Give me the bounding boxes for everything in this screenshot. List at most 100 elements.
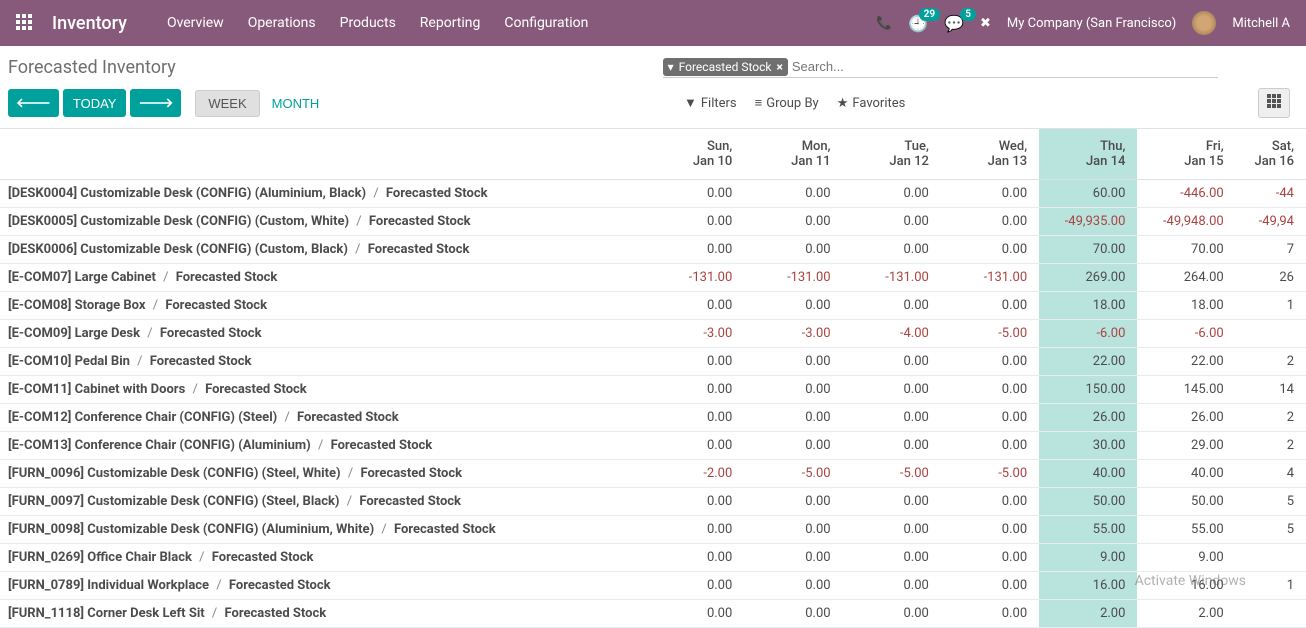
cell-value[interactable]: -5.00 xyxy=(744,460,842,488)
cell-value[interactable]: 2 xyxy=(1236,348,1306,376)
cell-value[interactable]: 2 xyxy=(1236,432,1306,460)
avatar[interactable] xyxy=(1192,11,1216,35)
cell-value[interactable]: 0.00 xyxy=(646,236,744,264)
cell-value[interactable]: 0.00 xyxy=(941,348,1039,376)
cell-value[interactable]: 40.00 xyxy=(1137,460,1235,488)
cell-value[interactable]: 0.00 xyxy=(941,376,1039,404)
table-row[interactable]: [E-COM12] Conference Chair (CONFIG) (Ste… xyxy=(0,404,1306,432)
cell-value[interactable]: 269.00 xyxy=(1039,264,1137,292)
cell-value[interactable]: 70.00 xyxy=(1039,236,1137,264)
cell-value[interactable]: 0.00 xyxy=(744,600,842,628)
cell-value[interactable]: 0.00 xyxy=(646,376,744,404)
cell-value[interactable]: 50.00 xyxy=(1039,488,1137,516)
cell-value[interactable]: 26.00 xyxy=(1039,404,1137,432)
table-row[interactable]: [E-COM09] Large Desk / Forecasted Stock-… xyxy=(0,320,1306,348)
groupby-button[interactable]: ≡Group By xyxy=(755,95,819,111)
cell-value[interactable]: 2.00 xyxy=(1039,600,1137,628)
cell-value[interactable]: 0.00 xyxy=(941,572,1039,600)
cell-value[interactable] xyxy=(1236,544,1306,572)
cell-value[interactable]: 0.00 xyxy=(744,488,842,516)
cell-value[interactable]: -3.00 xyxy=(744,320,842,348)
cell-value[interactable]: 0.00 xyxy=(941,236,1039,264)
cell-value[interactable]: 0.00 xyxy=(843,544,941,572)
menu-reporting[interactable]: Reporting xyxy=(420,15,481,31)
cell-value[interactable]: 9.00 xyxy=(1039,544,1137,572)
cell-value[interactable]: 0.00 xyxy=(646,292,744,320)
cell-value[interactable]: 0.00 xyxy=(744,292,842,320)
cell-value[interactable]: 29.00 xyxy=(1137,432,1235,460)
cell-value[interactable]: -5.00 xyxy=(941,320,1039,348)
table-row[interactable]: [FURN_0096] Customizable Desk (CONFIG) (… xyxy=(0,460,1306,488)
favorites-button[interactable]: ★Favorites xyxy=(837,96,906,111)
cell-value[interactable]: -5.00 xyxy=(941,460,1039,488)
discuss-icon[interactable]: 💬5 xyxy=(944,14,964,33)
company-selector[interactable]: My Company (San Francisco) xyxy=(1007,16,1176,31)
cell-value[interactable]: 0.00 xyxy=(646,404,744,432)
search-wrap[interactable]: ▾ Forecasted Stock × xyxy=(663,56,1218,78)
cell-value[interactable]: 60.00 xyxy=(1039,180,1137,208)
cell-value[interactable]: 5 xyxy=(1236,488,1306,516)
cell-value[interactable]: 0.00 xyxy=(941,292,1039,320)
cell-value[interactable]: -2.00 xyxy=(646,460,744,488)
cell-value[interactable]: 0.00 xyxy=(646,572,744,600)
cell-value[interactable]: 0.00 xyxy=(843,292,941,320)
cell-value[interactable]: -6.00 xyxy=(1137,320,1235,348)
cell-value[interactable]: 4 xyxy=(1236,460,1306,488)
app-title[interactable]: Inventory xyxy=(52,13,127,34)
search-facet[interactable]: ▾ Forecasted Stock × xyxy=(663,58,788,76)
cell-value[interactable]: 22.00 xyxy=(1137,348,1235,376)
cell-value[interactable]: 0.00 xyxy=(646,488,744,516)
cell-value[interactable]: 0.00 xyxy=(843,404,941,432)
cell-value[interactable]: 0.00 xyxy=(941,516,1039,544)
cell-value[interactable]: 0.00 xyxy=(744,348,842,376)
cell-value[interactable]: -446.00 xyxy=(1137,180,1235,208)
table-row[interactable]: [DESK0005] Customizable Desk (CONFIG) (C… xyxy=(0,208,1306,236)
cell-value[interactable]: 0.00 xyxy=(646,208,744,236)
facet-remove-icon[interactable]: × xyxy=(776,60,782,74)
cell-value[interactable]: 0.00 xyxy=(646,516,744,544)
cell-value[interactable]: 9.00 xyxy=(1137,544,1235,572)
cell-value[interactable]: 2 xyxy=(1236,404,1306,432)
cell-value[interactable]: 0.00 xyxy=(744,516,842,544)
cell-value[interactable]: 50.00 xyxy=(1137,488,1235,516)
cell-value[interactable]: -49,948.00 xyxy=(1137,208,1235,236)
cell-value[interactable]: 0.00 xyxy=(744,376,842,404)
cell-value[interactable]: 0.00 xyxy=(843,348,941,376)
cell-value[interactable]: 0.00 xyxy=(941,404,1039,432)
cell-value[interactable]: 0.00 xyxy=(941,208,1039,236)
cell-value[interactable]: -6.00 xyxy=(1039,320,1137,348)
cell-value[interactable]: 0.00 xyxy=(646,180,744,208)
table-row[interactable]: [FURN_1118] Corner Desk Left Sit / Forec… xyxy=(0,600,1306,628)
cell-value[interactable]: -131.00 xyxy=(646,264,744,292)
cell-value[interactable]: -5.00 xyxy=(843,460,941,488)
cell-value[interactable]: 0.00 xyxy=(843,180,941,208)
prev-button[interactable]: 🡐 xyxy=(8,89,59,117)
cell-value[interactable]: 0.00 xyxy=(744,208,842,236)
today-button[interactable]: TODAY xyxy=(63,89,127,117)
cell-value[interactable]: 0.00 xyxy=(941,600,1039,628)
table-row[interactable]: [DESK0004] Customizable Desk (CONFIG) (A… xyxy=(0,180,1306,208)
activities-icon[interactable]: 🕘29 xyxy=(908,14,928,33)
cell-value[interactable]: 1 xyxy=(1236,292,1306,320)
cell-value[interactable]: 150.00 xyxy=(1039,376,1137,404)
table-row[interactable]: [FURN_0097] Customizable Desk (CONFIG) (… xyxy=(0,488,1306,516)
apps-icon[interactable] xyxy=(16,14,34,32)
cell-value[interactable]: 40.00 xyxy=(1039,460,1137,488)
cell-value[interactable] xyxy=(1236,600,1306,628)
cell-value[interactable]: 0.00 xyxy=(941,544,1039,572)
phone-icon[interactable]: 📞 xyxy=(876,16,892,31)
cell-value[interactable]: 0.00 xyxy=(744,432,842,460)
cell-value[interactable]: 18.00 xyxy=(1137,292,1235,320)
cell-value[interactable] xyxy=(1236,320,1306,348)
table-row[interactable]: [E-COM11] Cabinet with Doors / Forecaste… xyxy=(0,376,1306,404)
cell-value[interactable]: 1 xyxy=(1236,572,1306,600)
cell-value[interactable]: 0.00 xyxy=(941,180,1039,208)
menu-products[interactable]: Products xyxy=(340,15,396,31)
cell-value[interactable]: 0.00 xyxy=(843,572,941,600)
grid-view-icon[interactable] xyxy=(1258,88,1290,118)
cell-value[interactable]: 0.00 xyxy=(843,516,941,544)
cell-value[interactable]: 55.00 xyxy=(1039,516,1137,544)
cell-value[interactable]: 26.00 xyxy=(1137,404,1235,432)
cell-value[interactable]: 0.00 xyxy=(744,544,842,572)
cell-value[interactable]: 26 xyxy=(1236,264,1306,292)
